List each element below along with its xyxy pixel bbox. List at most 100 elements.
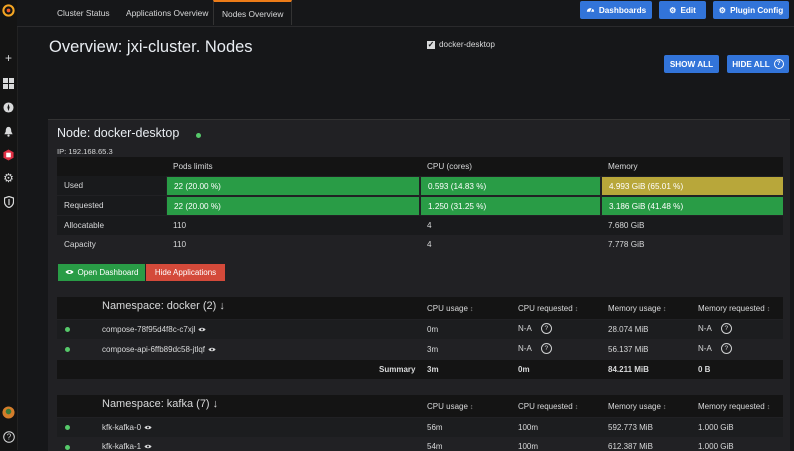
hide-applications-button[interactable]: Hide Applications: [146, 264, 225, 281]
table-header-blank: [57, 157, 166, 176]
namespace-title-text: Namespace: kafka (7): [102, 398, 210, 410]
help-circle-icon: ?: [773, 59, 784, 69]
tab-nodes-overview[interactable]: Nodes Overview: [213, 0, 293, 25]
help-circle-icon[interactable]: ?: [720, 343, 732, 354]
tab-cluster-status[interactable]: Cluster Status: [57, 0, 110, 26]
column-label: Memory usage: [608, 304, 661, 313]
kubernetes-app-icon[interactable]: [1, 148, 16, 162]
value: N-A: [518, 324, 532, 333]
summary-row: [57, 360, 783, 379]
namespace-title[interactable]: Namespace: kafka (7) ↓: [102, 398, 218, 410]
requested-pods-cell: 22 (20.00 %): [167, 197, 419, 215]
pod-cpu-usage: 0m: [427, 325, 439, 334]
node-filter-docker-desktop[interactable]: ✓ docker-desktop: [427, 40, 495, 49]
help-icon[interactable]: ?: [1, 430, 16, 444]
tab-applications-overview[interactable]: Applications Overview: [126, 0, 208, 26]
open-dashboard-button[interactable]: Open Dashboard: [58, 264, 145, 281]
svg-text:?: ?: [6, 433, 11, 442]
node-status-dot: [196, 133, 201, 138]
col-cpu-usage[interactable]: CPU usage ↕: [427, 304, 473, 313]
pod-memory-usage: 28.074 MiB: [608, 325, 649, 334]
pod-cpu-usage: 56m: [427, 423, 443, 432]
col-cpu-requested[interactable]: CPU requested ↕: [518, 304, 578, 313]
col-memory-usage[interactable]: Memory usage ↕: [608, 402, 666, 411]
plus-icon[interactable]: +: [1, 51, 16, 65]
eye-icon: [144, 423, 152, 432]
help-circle-icon[interactable]: ?: [540, 323, 552, 334]
plugin-config-button[interactable]: ⚙ Plugin Config: [713, 1, 789, 19]
summary-memory-requested: 0 B: [698, 365, 711, 374]
namespace-title[interactable]: Namespace: docker (2) ↓: [102, 300, 225, 312]
configuration-gear-icon[interactable]: ⚙: [1, 171, 16, 185]
summary-label: Summary: [379, 365, 416, 374]
user-avatar-icon[interactable]: [1, 405, 16, 419]
value: N-A: [698, 344, 712, 353]
header-memory: Memory: [601, 157, 783, 176]
allocatable-cpu-cell: 4: [427, 221, 432, 230]
sort-icon: ↕: [662, 404, 667, 411]
sort-icon: ↕: [662, 306, 667, 313]
hide-all-label: HIDE ALL: [732, 59, 770, 69]
dashboards-button-label: Dashboards: [598, 5, 647, 15]
hide-all-button[interactable]: HIDE ALL ?: [727, 55, 789, 73]
capacity-memory-cell: 7.778 GiB: [608, 240, 645, 249]
server-admin-shield-icon[interactable]: [1, 195, 16, 209]
show-all-button[interactable]: SHOW ALL: [664, 55, 719, 73]
requested-memory-cell: 3.186 GiB (41.48 %): [602, 197, 783, 215]
value: N-A: [518, 344, 532, 353]
sort-icon: ↕: [574, 306, 579, 313]
capacity-pods-cell: 110: [173, 240, 187, 249]
sort-icon: ↕: [766, 306, 771, 313]
explore-compass-icon[interactable]: [1, 100, 16, 114]
sort-icon: ↕: [766, 404, 771, 411]
pod-status-dot: [65, 445, 70, 450]
pod-status-dot: [65, 425, 70, 430]
column-label: CPU requested: [518, 402, 573, 411]
column-label: CPU requested: [518, 304, 573, 313]
used-memory-cell: 4.993 GiB (65.01 %): [602, 177, 783, 195]
col-memory-requested[interactable]: Memory requested ↕: [698, 402, 770, 411]
help-circle-icon[interactable]: ?: [720, 323, 732, 334]
namespace-title-text: Namespace: docker (2): [102, 300, 217, 312]
eye-icon: [208, 345, 216, 354]
open-dashboard-label: Open Dashboard: [77, 268, 139, 277]
column-label: Memory requested: [698, 304, 765, 313]
pod-cpu-requested: N-A?: [518, 343, 552, 354]
pod-name-link[interactable]: compose-78f95d4f8c-c7xjl: [102, 325, 206, 334]
column-label: Memory usage: [608, 402, 661, 411]
sort-icon: ↕: [574, 404, 579, 411]
dashboards-button[interactable]: Dashboards: [580, 1, 652, 19]
col-cpu-requested[interactable]: CPU requested ↕: [518, 402, 578, 411]
header-cpu-cores: CPU (cores): [420, 157, 601, 176]
used-pods-cell: 22 (20.00 %): [167, 177, 419, 195]
row-label-allocatable: Allocatable: [64, 221, 105, 230]
alerting-bell-icon[interactable]: [1, 124, 16, 138]
pod-name-link[interactable]: compose-api-6ffb89dc58-jtlqf: [102, 345, 216, 354]
col-cpu-usage[interactable]: CPU usage ↕: [427, 402, 473, 411]
checkbox[interactable]: ✓: [427, 40, 435, 49]
header-pods-limits: Pods limits: [166, 157, 420, 176]
edit-button[interactable]: ⚙ Edit: [659, 1, 706, 19]
dashboards-grid-icon[interactable]: [1, 76, 16, 90]
pod-cpu-usage: 3m: [427, 345, 439, 354]
grafana-logo-icon[interactable]: [1, 3, 16, 17]
col-memory-requested[interactable]: Memory requested ↕: [698, 304, 770, 313]
help-circle-icon[interactable]: ?: [540, 343, 552, 354]
plugin-config-button-label: Plugin Config: [730, 5, 784, 15]
capacity-cpu-cell: 4: [427, 240, 432, 249]
gear-icon: ⚙: [669, 6, 677, 15]
edit-button-label: Edit: [680, 5, 696, 15]
tab-label: Nodes Overview: [222, 8, 284, 19]
pod-name-link[interactable]: kfk-kafka-0: [102, 423, 152, 432]
row-label-used: Used: [57, 176, 166, 195]
page-title: Overview: jxi-cluster. Nodes: [49, 38, 253, 56]
row-label-capacity: Capacity: [64, 240, 96, 249]
sort-arrow-down-icon: ↓: [219, 300, 225, 312]
col-memory-usage[interactable]: Memory usage ↕: [608, 304, 666, 313]
node-title: Node: docker-desktop: [57, 126, 180, 140]
summary-cpu-usage: 3m: [427, 365, 439, 374]
tab-label: Cluster Status: [57, 8, 110, 18]
pod-status-dot: [65, 327, 70, 332]
pod-memory-requested: N-A?: [698, 343, 732, 354]
pod-status-dot: [65, 347, 70, 352]
